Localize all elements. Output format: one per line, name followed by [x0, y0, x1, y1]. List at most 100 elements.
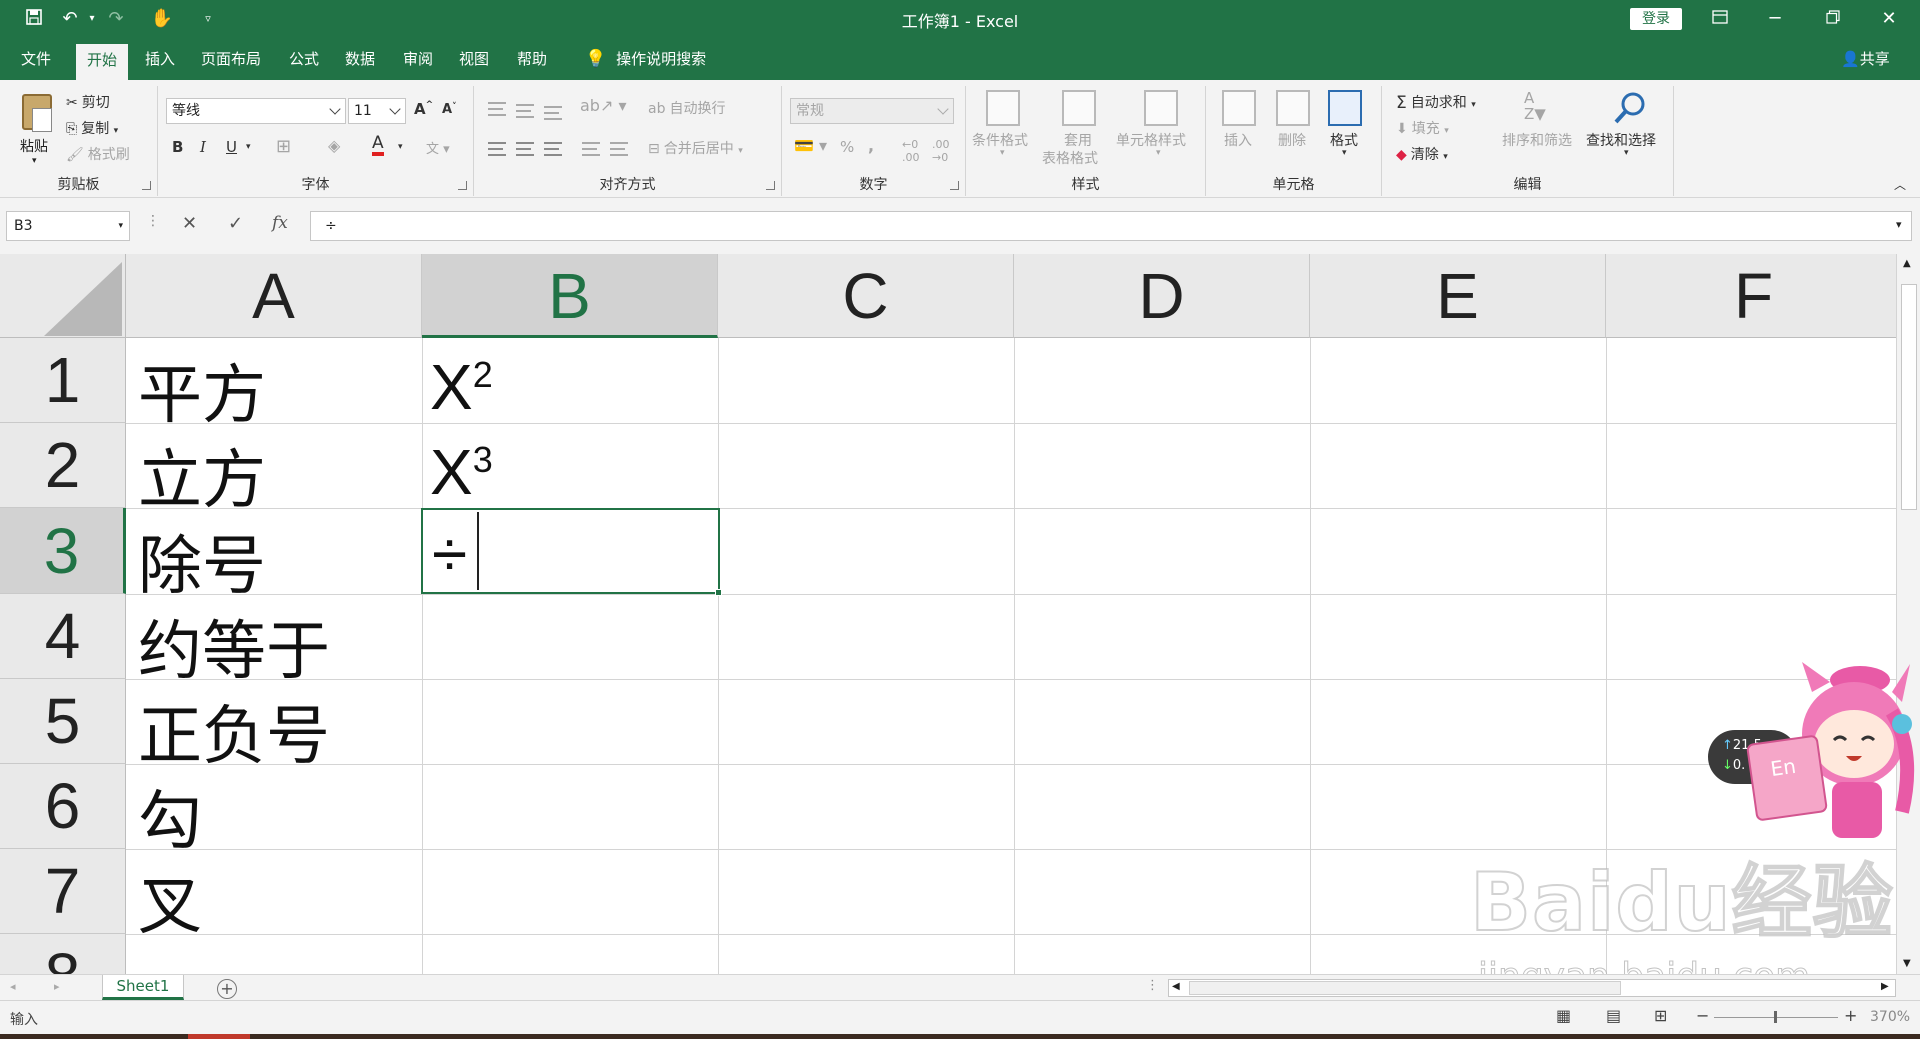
tell-me-search[interactable]: 💡 操作说明搜索 — [574, 50, 717, 80]
insert-cells-button[interactable]: 插入 — [1220, 90, 1260, 164]
clear-button[interactable]: ◆ 清除 ▾ — [1396, 144, 1448, 164]
cell-a1[interactable]: 平方 — [138, 344, 266, 436]
tab-split-grip-icon[interactable]: ⋮ — [1146, 978, 1159, 993]
format-painter-button[interactable]: 🖌 格式刷 — [66, 144, 130, 164]
italic-button[interactable]: I — [200, 138, 206, 156]
tab-page-layout[interactable]: 页面布局 — [190, 50, 272, 80]
row-header-1[interactable]: 1 — [0, 338, 126, 423]
paste-button[interactable]: 粘贴 ▾ — [18, 92, 58, 174]
tab-insert[interactable]: 插入 — [134, 50, 186, 80]
login-button[interactable]: 登录 — [1630, 8, 1682, 30]
next-sheet-icon[interactable]: ▸ — [54, 980, 60, 993]
alignment-launcher-icon[interactable] — [766, 181, 775, 190]
font-color-dropdown-icon[interactable]: ▾ — [398, 142, 403, 152]
cell-a2[interactable]: 立方 — [138, 429, 266, 521]
wrap-text-button[interactable]: ab 自动换行 — [648, 98, 725, 118]
currency-icon[interactable]: 💳 ▾ — [794, 136, 827, 155]
zoom-out-icon[interactable]: − — [1696, 1006, 1709, 1025]
align-middle-icon[interactable] — [516, 104, 534, 118]
select-all-button[interactable] — [0, 254, 126, 338]
align-left-icon[interactable] — [488, 142, 506, 156]
collapse-ribbon-icon[interactable]: ︿ — [1894, 176, 1906, 193]
column-header-a[interactable]: A — [126, 254, 422, 338]
cell-a5[interactable]: 正负号 — [138, 685, 330, 777]
delete-cells-button[interactable]: 删除 — [1274, 90, 1314, 164]
sort-filter-button[interactable]: A Z▼ 排序和筛选 — [1502, 90, 1580, 170]
zoom-slider-thumb[interactable] — [1774, 1011, 1777, 1023]
cell-a3[interactable]: 除号 — [138, 515, 266, 607]
orientation-icon[interactable]: ab↗ ▾ — [580, 96, 626, 115]
clipboard-launcher-icon[interactable] — [142, 181, 151, 190]
decrease-decimal-icon[interactable]: .00 →0 — [932, 138, 950, 164]
tab-view[interactable]: 视图 — [448, 50, 500, 80]
format-cells-button[interactable]: 格式 ▾ — [1326, 90, 1366, 164]
tab-data[interactable]: 数据 — [334, 50, 386, 80]
align-bottom-icon[interactable] — [544, 106, 562, 120]
row-header-4[interactable]: 4 — [0, 594, 126, 679]
fill-handle[interactable] — [715, 589, 722, 596]
add-sheet-icon[interactable]: + — [217, 979, 237, 999]
align-top-icon[interactable] — [488, 102, 506, 116]
fill-color-icon[interactable]: ◈ — [328, 136, 340, 155]
zoom-level[interactable]: 370% — [1870, 1009, 1910, 1025]
increase-indent-icon[interactable] — [610, 142, 628, 156]
horizontal-scrollbar[interactable]: ◀ ▶ — [1168, 979, 1896, 997]
font-size-combo[interactable]: 11 — [348, 98, 406, 124]
vertical-scrollbar[interactable]: ▲ ▼ — [1896, 254, 1920, 974]
tab-file[interactable]: 文件 — [10, 50, 62, 80]
name-box[interactable]: B3 ▾ — [6, 211, 130, 241]
font-color-button[interactable]: A — [372, 134, 384, 156]
column-header-e[interactable]: E — [1310, 254, 1606, 338]
row-header-6[interactable]: 6 — [0, 764, 126, 849]
vertical-scroll-thumb[interactable] — [1901, 284, 1917, 510]
column-header-c[interactable]: C — [718, 254, 1014, 338]
phonetic-button[interactable]: 文 ▾ — [426, 138, 450, 157]
cell-a4[interactable]: 约等于 — [138, 600, 330, 692]
column-header-b[interactable]: B — [422, 254, 718, 338]
font-name-combo[interactable]: 等线 — [166, 98, 346, 124]
align-right-icon[interactable] — [544, 142, 562, 156]
font-launcher-icon[interactable] — [458, 181, 467, 190]
formula-input[interactable]: ÷ — [310, 211, 1912, 241]
row-header-2[interactable]: 2 — [0, 423, 126, 508]
zoom-in-icon[interactable]: + — [1844, 1006, 1857, 1025]
percent-button[interactable]: % — [840, 138, 854, 156]
cell-b2[interactable]: X3 — [430, 435, 493, 509]
column-header-f[interactable]: F — [1606, 254, 1896, 338]
horizontal-scroll-thumb[interactable] — [1189, 981, 1621, 995]
scroll-down-icon[interactable]: ▼ — [1903, 958, 1911, 969]
row-header-3[interactable]: 3 — [0, 508, 126, 594]
shrink-font-button[interactable]: A˅ — [442, 102, 457, 117]
normal-view-icon[interactable]: ▦ — [1556, 1006, 1571, 1025]
insert-function-button[interactable]: fx — [272, 213, 288, 233]
ribbon-display-icon[interactable] — [1705, 6, 1735, 32]
cell-styles-button[interactable]: 单元格样式 ▾ — [1116, 90, 1204, 164]
tab-home[interactable]: 开始 — [76, 44, 129, 80]
conditional-formatting-button[interactable]: 条件格式 ▾ — [972, 90, 1036, 164]
confirm-entry-button[interactable]: ✓ — [228, 213, 243, 234]
row-header-8[interactable]: 8 — [0, 934, 126, 974]
increase-decimal-icon[interactable]: ←0.00 — [902, 138, 920, 164]
scroll-left-icon[interactable]: ◀ — [1172, 981, 1180, 992]
grow-font-button[interactable]: A^ — [414, 100, 433, 118]
cell-a7[interactable]: 叉 — [138, 855, 202, 947]
underline-button[interactable]: U — [226, 138, 237, 156]
borders-icon[interactable]: ⊞ — [276, 136, 291, 157]
cell-b1[interactable]: X2 — [430, 350, 493, 424]
sheet-tab-sheet1[interactable]: Sheet1 — [102, 975, 184, 1000]
minimize-icon[interactable]: ─ — [1760, 6, 1790, 32]
column-header-d[interactable]: D — [1014, 254, 1310, 338]
comma-button[interactable]: , — [868, 136, 874, 155]
row-header-7[interactable]: 7 — [0, 849, 126, 934]
tab-review[interactable]: 审阅 — [392, 50, 444, 80]
autosum-button[interactable]: Σ 自动求和 ▾ — [1396, 92, 1476, 113]
format-as-table-button[interactable]: 套用 表格格式 — [1042, 90, 1118, 180]
close-icon[interactable]: ✕ — [1874, 6, 1904, 32]
restore-icon[interactable] — [1818, 6, 1848, 32]
row-header-5[interactable]: 5 — [0, 679, 126, 764]
fill-button[interactable]: ⬇ 填充 ▾ — [1396, 118, 1449, 138]
merge-center-button[interactable]: ⊟ 合并后居中 ▾ — [648, 138, 743, 158]
underline-dropdown-icon[interactable]: ▾ — [246, 142, 251, 152]
find-select-button[interactable]: 查找和选择 ▾ — [1586, 90, 1672, 170]
number-format-combo[interactable]: 常规 — [790, 98, 954, 124]
